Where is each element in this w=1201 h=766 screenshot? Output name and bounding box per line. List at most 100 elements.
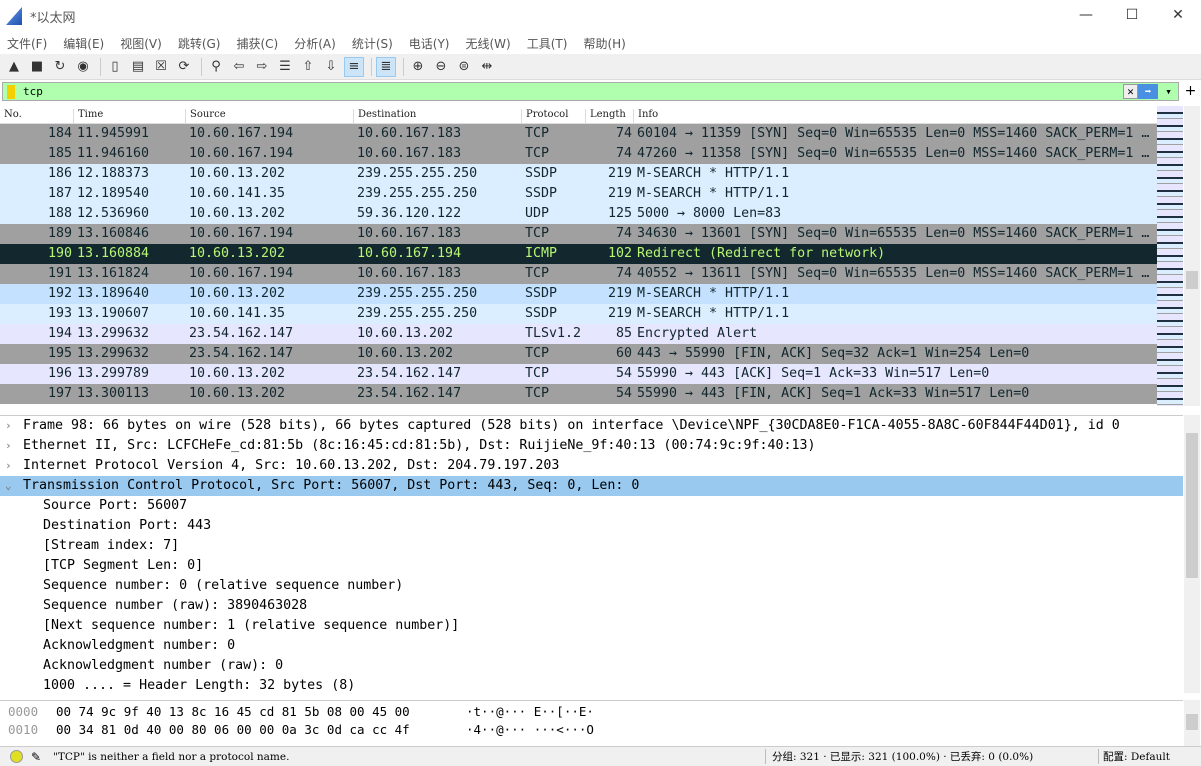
back-icon[interactable]: ⇦: [229, 57, 249, 77]
zoom-out-icon[interactable]: ⊖: [431, 57, 451, 77]
stop-icon[interactable]: ■: [27, 57, 47, 77]
detail-row[interactable]: Source Port: 56007: [0, 496, 1183, 516]
detail-row[interactable]: › Ethernet II, Src: LCFCHeFe_cd:81:5b (8c…: [0, 436, 1183, 456]
menu-item[interactable]: 无线(W): [466, 35, 511, 52]
detail-row[interactable]: Destination Port: 443: [0, 516, 1183, 536]
packet-row[interactable]: 189 13.160846 10.60.167.194 10.60.167.183 TC…: [0, 224, 1157, 244]
menu-item[interactable]: 统计(S): [352, 35, 393, 52]
packet-row[interactable]: 191 13.161824 10.60.167.194 10.60.167.183 TC…: [0, 264, 1157, 284]
menu-item[interactable]: 文件(F): [7, 35, 47, 52]
clear-filter-button[interactable]: ✕: [1123, 84, 1138, 99]
menu-item[interactable]: 捕获(C): [236, 35, 278, 52]
detail-row[interactable]: ⌄ Transmission Control Protocol, Src Port…: [0, 476, 1183, 496]
packet-minimap[interactable]: [1157, 106, 1183, 406]
column-header-destination[interactable]: Destination: [353, 109, 416, 123]
expand-arrow-icon[interactable]: ›: [5, 436, 12, 456]
packet-row[interactable]: 190 13.160884 10.60.13.202 10.60.167.194 ICM…: [0, 244, 1157, 264]
packet-row[interactable]: 193 13.190607 10.60.141.35 239.255.255.250 S…: [0, 304, 1157, 324]
detail-row[interactable]: › Frame 98: 66 bytes on wire (528 bits), …: [0, 416, 1183, 436]
expand-arrow-icon[interactable]: ⌄: [5, 476, 12, 496]
detail-row[interactable]: Sequence number: 0 (relative sequence nu…: [0, 576, 1183, 596]
first-packet-icon[interactable]: ⇧: [298, 57, 318, 77]
column-header-protocol[interactable]: Protocol: [521, 109, 568, 123]
menu-item[interactable]: 分析(A): [294, 35, 336, 52]
forward-icon[interactable]: ⇨: [252, 57, 272, 77]
packet-row[interactable]: 195 13.299632 23.54.162.147 10.60.13.202 TCP…: [0, 344, 1157, 364]
close-file-icon[interactable]: ☒: [151, 57, 171, 77]
detail-row[interactable]: Acknowledgment number: 0: [0, 636, 1183, 656]
autoscroll-icon[interactable]: ≡: [344, 56, 364, 77]
detail-row[interactable]: [Next sequence number: 1 (relative seque…: [0, 616, 1183, 636]
packet-row[interactable]: 187 12.189540 10.60.141.35 239.255.255.250 S…: [0, 184, 1157, 204]
details-scrollbar[interactable]: [1184, 415, 1200, 693]
packet-row[interactable]: 196 13.299789 10.60.13.202 23.54.162.147 TCP…: [0, 364, 1157, 384]
resize-columns-icon[interactable]: ⇹: [477, 57, 497, 77]
shark-fin-start-icon[interactable]: ▲: [4, 57, 24, 77]
packet-row[interactable]: 197 13.300113 10.60.13.202 23.54.162.147 TCP…: [0, 384, 1157, 404]
detail-row[interactable]: [TCP Segment Len: 0]: [0, 556, 1183, 576]
packet-proto: TCP: [525, 226, 550, 241]
expand-arrow-icon[interactable]: ›: [5, 456, 12, 476]
filter-bookmark-icon[interactable]: [7, 85, 15, 99]
packet-row[interactable]: 194 13.299632 23.54.162.147 10.60.13.202 TLS…: [0, 324, 1157, 344]
reload-icon[interactable]: ⟳: [174, 57, 194, 77]
detail-row[interactable]: › Internet Protocol Version 4, Src: 10.60…: [0, 456, 1183, 476]
column-header-no[interactable]: No.: [0, 109, 22, 123]
filter-history-dropdown[interactable]: ▾: [1161, 84, 1176, 99]
profile-selector[interactable]: 配置: Default: [1098, 749, 1170, 764]
edit-comment-icon[interactable]: ✎: [31, 750, 41, 764]
open-folder-icon[interactable]: ▯: [105, 57, 125, 77]
detail-text: Destination Port: 443: [43, 518, 212, 533]
close-button[interactable]: ✕: [1155, 0, 1201, 30]
go-to-packet-icon[interactable]: ☰: [275, 57, 295, 77]
last-packet-icon[interactable]: ⇩: [321, 57, 341, 77]
detail-text: Acknowledgment number: 0: [43, 638, 236, 653]
hex-bytes[interactable]: 00 74 9c 9f 40 13 8c 16 45 cd 81 5b 08 0…: [56, 703, 410, 721]
packet-dst: 10.60.167.183: [357, 146, 462, 161]
zoom-in-icon[interactable]: ⊕: [408, 57, 428, 77]
minimize-button[interactable]: —: [1063, 0, 1109, 30]
packet-dst: 239.255.255.250: [357, 306, 478, 321]
packet-row[interactable]: 186 12.188373 10.60.13.202 239.255.255.250 S…: [0, 164, 1157, 184]
packet-time: 12.189540: [77, 186, 150, 201]
detail-row[interactable]: [Stream index: 7]: [0, 536, 1183, 556]
bytes-scrollbar[interactable]: [1184, 700, 1200, 746]
packet-info: 5000 → 8000 Len=83: [637, 206, 782, 221]
packet-list-scrollbar[interactable]: [1184, 106, 1200, 406]
capture-options-icon[interactable]: ◉: [73, 57, 93, 77]
expand-arrow-icon[interactable]: ›: [5, 416, 12, 436]
menu-item[interactable]: 跳转(G): [178, 35, 221, 52]
colorize-icon[interactable]: ≣: [376, 56, 396, 77]
detail-row[interactable]: Acknowledgment number (raw): 0: [0, 656, 1183, 676]
detail-row[interactable]: 1000 .... = Header Length: 32 bytes (8): [0, 676, 1183, 693]
menu-item[interactable]: 编辑(E): [63, 35, 104, 52]
menu-item[interactable]: 视图(V): [120, 35, 162, 52]
apply-filter-button[interactable]: ➡: [1138, 84, 1158, 99]
save-file-icon[interactable]: ▤: [128, 57, 148, 77]
packet-row[interactable]: 192 13.189640 10.60.13.202 239.255.255.250 S…: [0, 284, 1157, 304]
packet-row[interactable]: 184 11.945991 10.60.167.194 10.60.167.183 TC…: [0, 124, 1157, 144]
menu-item[interactable]: 电话(Y): [409, 35, 450, 52]
column-header-length[interactable]: Length: [585, 109, 626, 123]
packet-info: 34630 → 13601 [SYN] Seq=0 Win=65535 Len=…: [637, 226, 1150, 241]
expert-info-icon[interactable]: [10, 750, 23, 763]
hex-ascii[interactable]: ·4··@··· ···<···O: [466, 721, 594, 739]
column-header-time[interactable]: Time: [73, 109, 103, 123]
packet-dst: 239.255.255.250: [357, 286, 478, 301]
menu-item[interactable]: 工具(T): [527, 35, 568, 52]
find-icon[interactable]: ⚲: [206, 57, 226, 77]
column-header-info[interactable]: Info: [633, 109, 658, 123]
maximize-button[interactable]: ☐: [1109, 0, 1155, 30]
restart-icon[interactable]: ↻: [50, 57, 70, 77]
column-header-source[interactable]: Source: [185, 109, 226, 123]
zoom-normal-icon[interactable]: ⊜: [454, 57, 474, 77]
hex-ascii[interactable]: ·t··@··· E··[··E·: [466, 703, 594, 721]
packet-row[interactable]: 185 11.946160 10.60.167.194 10.60.167.183 TC…: [0, 144, 1157, 164]
packet-row[interactable]: 188 12.536960 10.60.13.202 59.36.120.122 UDP…: [0, 204, 1157, 224]
packet-proto: TLSv1.2: [525, 326, 582, 341]
menu-item[interactable]: 帮助(H): [583, 35, 625, 52]
detail-row[interactable]: Sequence number (raw): 3890463028: [0, 596, 1183, 616]
hex-bytes[interactable]: 00 34 81 0d 40 00 80 06 00 00 0a 3c 0d c…: [56, 721, 410, 739]
add-filter-button[interactable]: +: [1183, 83, 1198, 99]
display-filter-input[interactable]: tcp ✕ ➡ ▾: [2, 82, 1179, 101]
